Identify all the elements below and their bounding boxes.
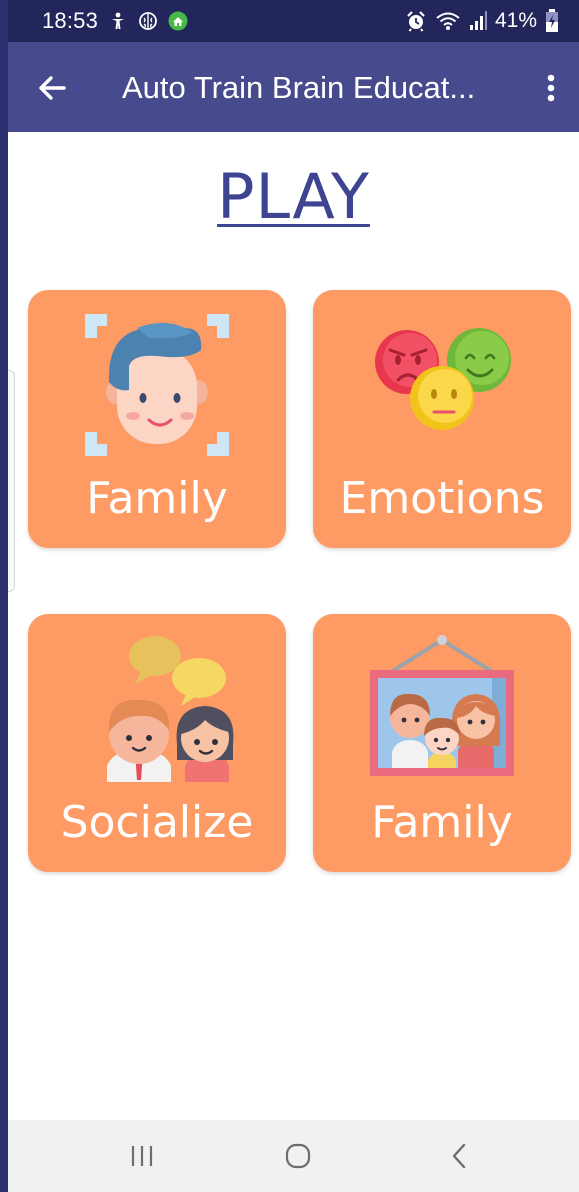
app-title: Auto Train Brain Educat... [122,70,476,105]
accessibility-icon [112,12,125,29]
alarm-icon [407,11,425,32]
status-right: 41% [405,0,559,42]
status-time: 18:53 [42,8,99,33]
app-frame: 18:53 41% Auto Train Brain Educat... PLA… [0,0,579,1192]
card-label: Family [86,473,228,524]
card-socialize[interactable]: Socialize [28,614,286,872]
wifi-icon [436,12,460,30]
back-icon[interactable] [440,1138,480,1174]
system-nav-bar [8,1120,579,1192]
brain-icon [139,12,157,30]
arrow-left-icon[interactable] [32,68,72,108]
battery-percent: 41% [494,9,537,32]
edge-panel-handle[interactable] [8,370,15,592]
status-left: 18:53 [42,0,188,42]
card-label: Family [371,797,513,848]
status-bar: 18:53 41% [8,0,579,42]
recent-apps-icon[interactable] [122,1138,162,1174]
app-icon [168,11,188,31]
page-title: PLAY [217,160,370,233]
card-family-portrait[interactable]: Family [313,614,571,872]
card-family[interactable]: Family [28,290,286,548]
more-vertical-icon[interactable] [539,68,563,108]
chatting-people-icon [107,636,234,782]
face-scan-icon [85,314,229,456]
app-bar: Auto Train Brain Educat... [8,42,579,132]
signal-icon [469,11,487,30]
home-icon[interactable] [278,1138,318,1174]
family-portrait-icon [370,635,514,776]
card-label: Socialize [60,797,254,848]
card-emotions[interactable]: Emotions [313,290,571,548]
battery-icon [546,9,558,32]
emotion-faces-icon [375,328,511,430]
card-label: Emotions [339,473,545,524]
